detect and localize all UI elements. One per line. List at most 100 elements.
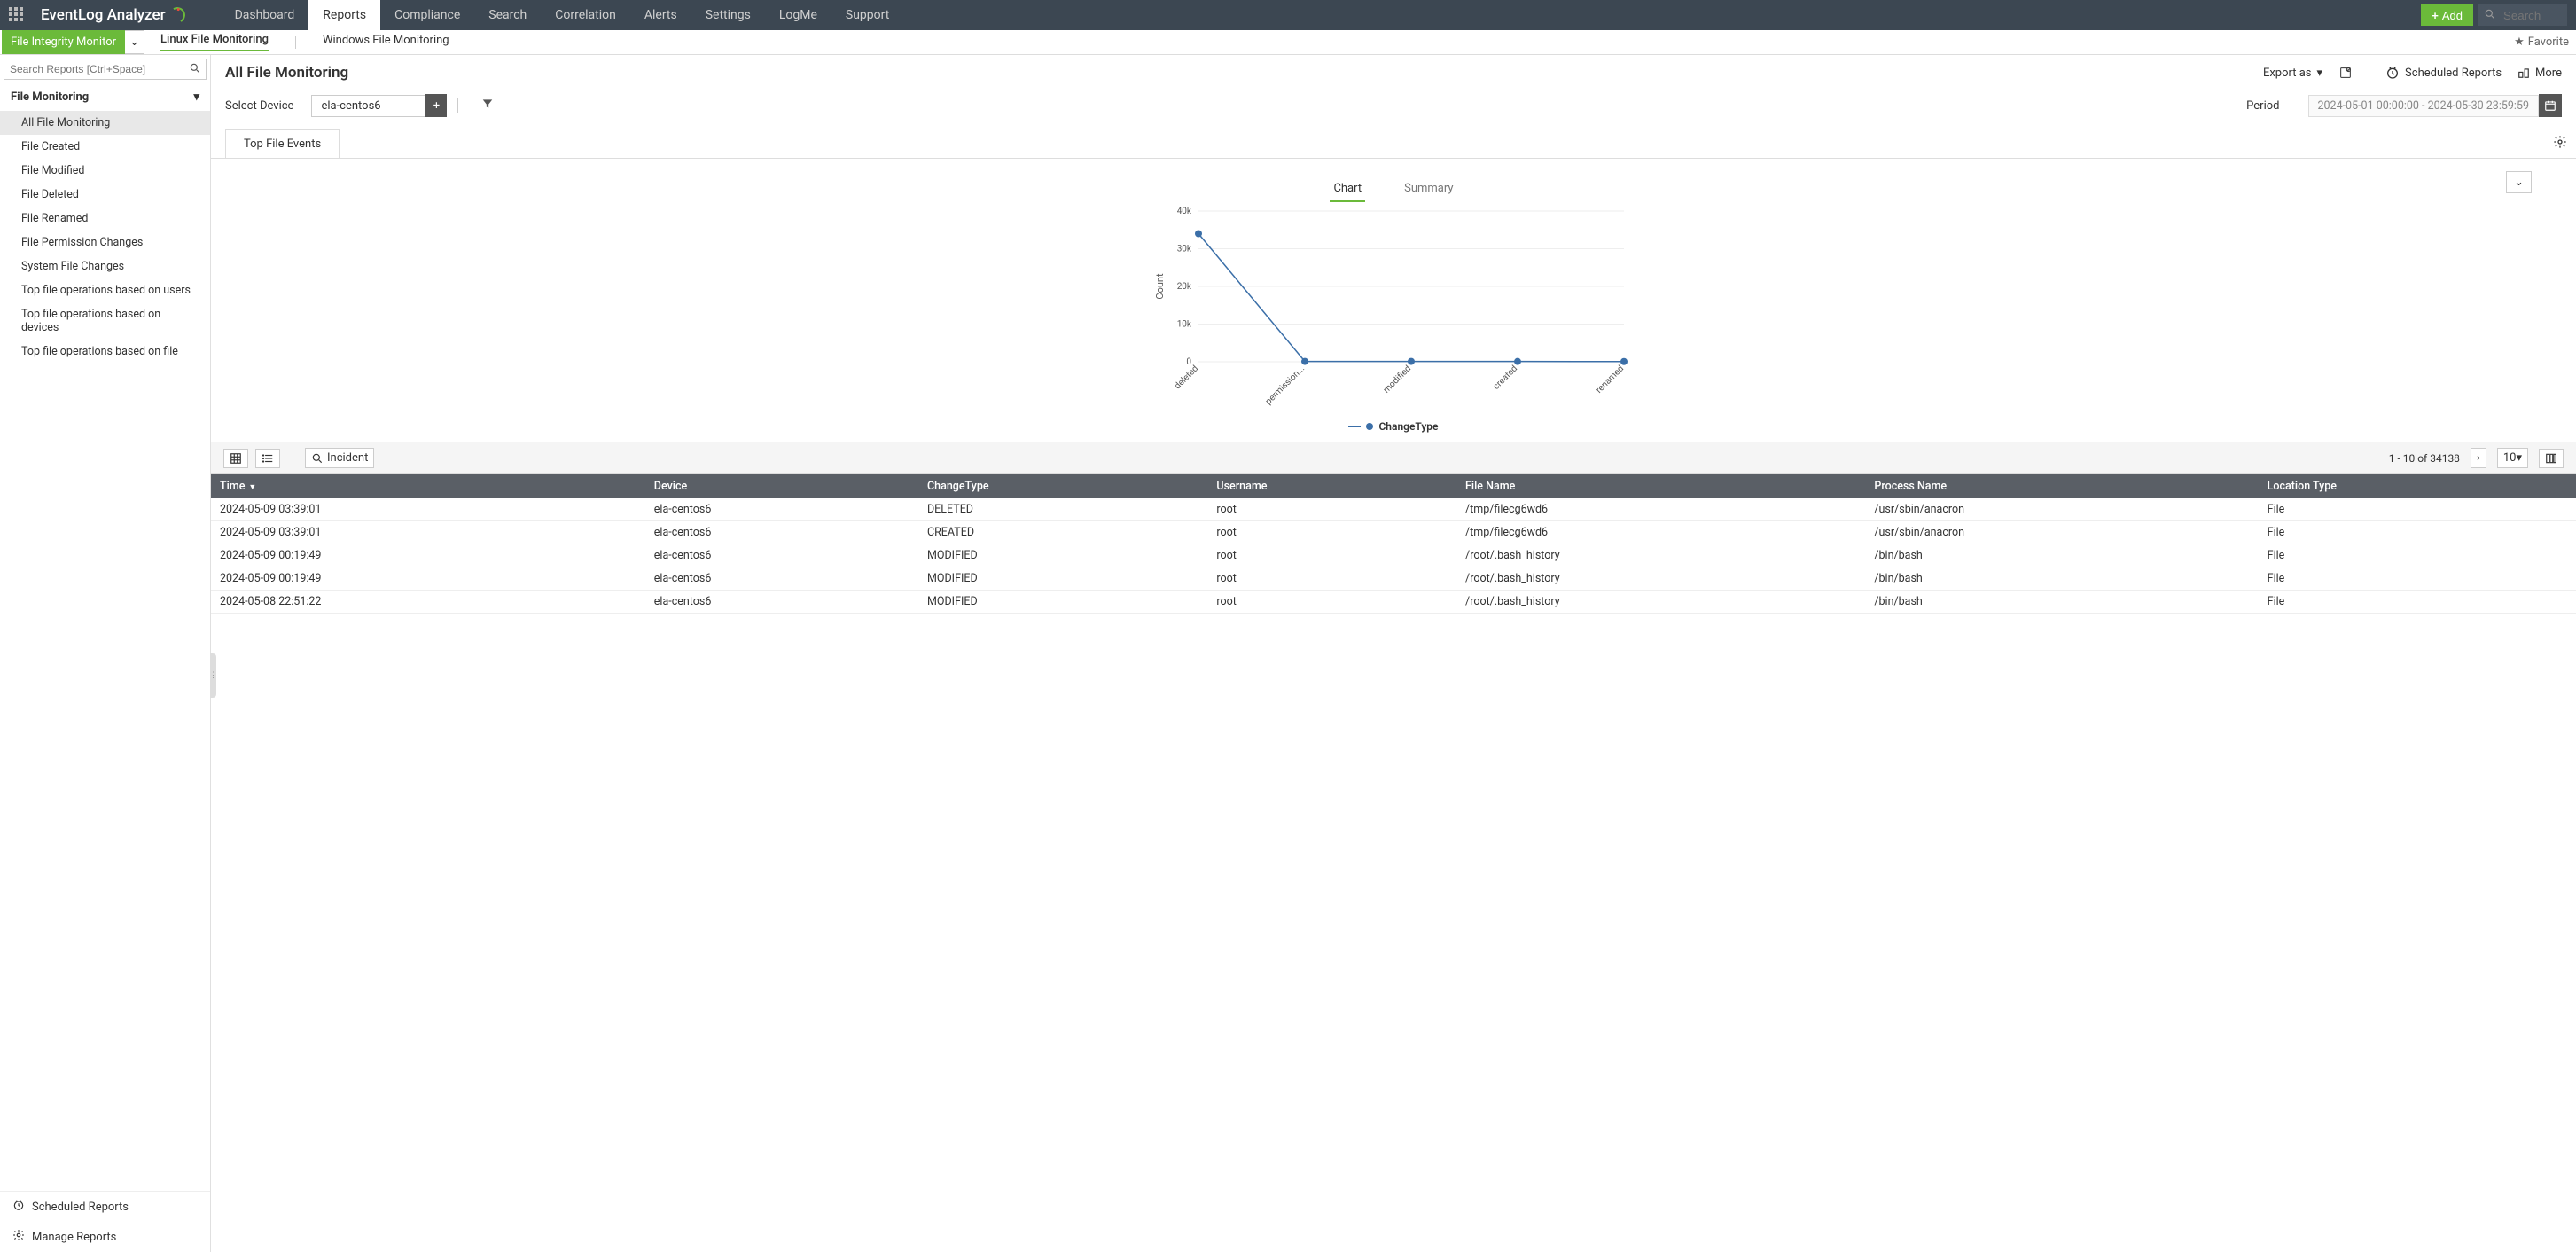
svg-text:modified: modified: [1381, 364, 1413, 395]
svg-text:30k: 30k: [1177, 245, 1192, 254]
gear-icon: [12, 1229, 25, 1245]
topnav-reports[interactable]: Reports: [308, 0, 380, 30]
page-size-select[interactable]: 10 ▾: [2497, 448, 2528, 468]
sidebar-item-3[interactable]: File Deleted: [0, 183, 210, 207]
grid-view-button[interactable]: [223, 449, 248, 468]
scheduled-reports-link[interactable]: Scheduled Reports: [0, 1192, 210, 1222]
sidebar-collapse-handle[interactable]: ⋮: [210, 653, 216, 698]
sub-tabs: Linux File Monitoring Windows File Monito…: [160, 30, 449, 54]
filter-icon[interactable]: [481, 98, 494, 113]
search-icon: [2484, 8, 2496, 24]
save-report-button[interactable]: [2338, 66, 2353, 80]
svg-text:renamed: renamed: [1595, 364, 1627, 395]
svg-text:Count: Count: [1154, 273, 1166, 300]
legend-label: ChangeType: [1378, 420, 1438, 433]
table-row[interactable]: 2024-05-09 03:39:01ela-centos6DELETEDroo…: [211, 498, 2576, 521]
manage-reports-link[interactable]: Manage Reports: [0, 1222, 210, 1252]
sidebar-item-6[interactable]: System File Changes: [0, 254, 210, 278]
reports-search-input[interactable]: [4, 59, 207, 80]
topnav-correlation[interactable]: Correlation: [541, 0, 630, 30]
add-device-button[interactable]: +: [425, 94, 447, 117]
star-icon: ★: [2514, 35, 2525, 49]
fim-label: File Integrity Monitor: [2, 30, 125, 54]
topnav-compliance[interactable]: Compliance: [380, 0, 474, 30]
col-process-name[interactable]: Process Name: [1865, 474, 2258, 498]
sidebar-item-8[interactable]: Top file operations based on devices: [0, 302, 210, 340]
apps-icon[interactable]: [9, 7, 25, 23]
sidebar-item-5[interactable]: File Permission Changes: [0, 231, 210, 254]
top-bar: EventLog Analyzer DashboardReportsCompli…: [0, 0, 2576, 30]
topnav-settings[interactable]: Settings: [691, 0, 765, 30]
period-range-input[interactable]: 2024-05-01 00:00:00 - 2024-05-30 23:59:5…: [2308, 95, 2540, 117]
favorite-label: Favorite: [2528, 35, 2569, 49]
add-button[interactable]: Add: [2421, 4, 2473, 26]
scheduled-reports-label: Scheduled Reports: [32, 1201, 129, 1214]
period-label: Period: [2246, 99, 2279, 113]
sidebar-item-1[interactable]: File Created: [0, 135, 210, 159]
sidebar-section-label: File Monitoring: [11, 90, 89, 104]
fim-dropdown[interactable]: ⌄: [125, 30, 144, 54]
topnav-support[interactable]: Support: [831, 0, 903, 30]
search-icon: [189, 62, 201, 78]
scheduled-reports-button[interactable]: Scheduled Reports: [2385, 66, 2502, 80]
topnav-dashboard[interactable]: Dashboard: [221, 0, 309, 30]
tab-top-file-events[interactable]: Top File Events: [226, 130, 339, 158]
chart: 010k20k30k40kCountdeletedpermission...mo…: [1145, 202, 1642, 415]
sidebar-item-2[interactable]: File Modified: [0, 159, 210, 183]
sidebar-item-7[interactable]: Top file operations based on users: [0, 278, 210, 302]
chart-options-dropdown[interactable]: ⌄: [2506, 171, 2532, 193]
chevron-down-icon: ▾: [193, 90, 199, 104]
more-menu[interactable]: More: [2517, 67, 2562, 80]
col-username[interactable]: Username: [1207, 474, 1456, 498]
table-row[interactable]: 2024-05-09 00:19:49ela-centos6MODIFIEDro…: [211, 544, 2576, 567]
sidebar-item-9[interactable]: Top file operations based on file: [0, 340, 210, 364]
table-row[interactable]: 2024-05-09 03:39:01ela-centos6CREATEDroo…: [211, 521, 2576, 544]
sidebar-section-header[interactable]: File Monitoring ▾: [0, 83, 210, 111]
sidebar-item-4[interactable]: File Renamed: [0, 207, 210, 231]
results-toolbar: Incident 1 - 10 of 34138 › 10 ▾: [211, 442, 2576, 474]
subtab-1[interactable]: Windows File Monitoring: [323, 34, 449, 51]
col-location-type[interactable]: Location Type: [2259, 474, 2576, 498]
pagination-info: 1 - 10 of 34138: [2389, 452, 2460, 465]
topnav-alerts[interactable]: Alerts: [630, 0, 691, 30]
manage-reports-label: Manage Reports: [32, 1231, 116, 1244]
column-settings-button[interactable]: [2539, 449, 2564, 468]
sidebar: File Monitoring ▾ All File MonitoringFil…: [0, 55, 211, 1252]
chart-tabs: Chart Summary: [1330, 176, 1456, 202]
svg-text:created: created: [1492, 364, 1519, 391]
logo-arc-icon: [168, 5, 187, 25]
main-content: All File Monitoring Export as▾ Scheduled…: [211, 55, 2576, 1252]
svg-text:20k: 20k: [1177, 282, 1192, 292]
incident-button[interactable]: Incident: [305, 448, 374, 468]
caret-down-icon: ▾: [2317, 67, 2323, 80]
device-select[interactable]: ela-centos6: [311, 95, 426, 117]
col-file-name[interactable]: File Name: [1456, 474, 1865, 498]
svg-text:40k: 40k: [1177, 207, 1192, 216]
favorite-toggle[interactable]: ★ Favorite: [2514, 30, 2569, 54]
svg-text:deleted: deleted: [1173, 364, 1200, 391]
svg-text:10k: 10k: [1177, 320, 1192, 330]
col-device[interactable]: Device: [645, 474, 918, 498]
sidebar-tree: All File MonitoringFile CreatedFile Modi…: [0, 111, 210, 364]
select-device-label: Select Device: [225, 99, 293, 113]
sidebar-item-0[interactable]: All File Monitoring: [0, 111, 210, 135]
product-name: EventLog Analyzer: [41, 6, 166, 24]
list-view-button[interactable]: [255, 449, 280, 468]
chart-tab-chart[interactable]: Chart: [1330, 176, 1365, 202]
table-row[interactable]: 2024-05-08 22:51:22ela-centos6MODIFIEDro…: [211, 591, 2576, 614]
topnav-logme[interactable]: LogMe: [765, 0, 831, 30]
col-changetype[interactable]: ChangeType: [918, 474, 1207, 498]
results-table: Time▼DeviceChangeTypeUsernameFile NamePr…: [211, 474, 2576, 614]
chart-tab-summary[interactable]: Summary: [1401, 176, 1456, 202]
svg-text:permission...: permission...: [1264, 364, 1307, 406]
topnav-search[interactable]: Search: [474, 0, 541, 30]
col-time[interactable]: Time▼: [211, 474, 645, 498]
next-page-button[interactable]: ›: [2471, 448, 2486, 468]
subtab-0[interactable]: Linux File Monitoring: [160, 33, 269, 51]
export-as-dropdown[interactable]: Export as▾: [2263, 67, 2322, 80]
table-row[interactable]: 2024-05-09 00:19:49ela-centos6MODIFIEDro…: [211, 567, 2576, 591]
product-logo: EventLog Analyzer: [41, 6, 185, 24]
calendar-button[interactable]: [2539, 94, 2562, 117]
top-nav: DashboardReportsComplianceSearchCorrelat…: [221, 0, 904, 30]
gear-icon[interactable]: [2553, 135, 2567, 153]
